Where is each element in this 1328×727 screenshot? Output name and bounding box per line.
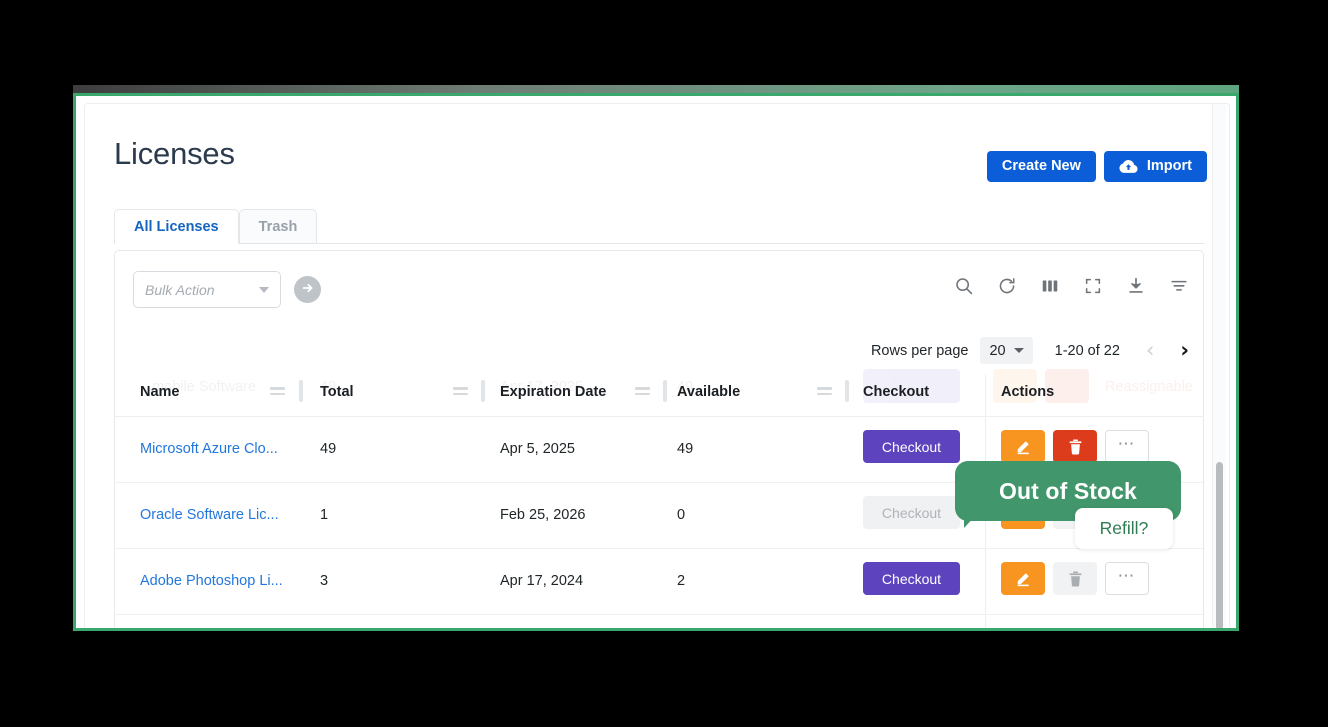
tab-trash[interactable]: Trash [239,209,318,244]
cloud-upload-icon [1119,159,1138,174]
previous-page-button[interactable]: ‹ [1146,340,1154,361]
row-action-group: ⋯ [1001,562,1149,595]
row-action-group: ⋯ [1001,430,1149,463]
pagination-bar: Rows per page 20 1-20 of 22 ‹ › [871,337,1189,364]
tab-all-licenses[interactable]: All Licenses [114,209,239,244]
sort-icon-name[interactable] [270,387,285,398]
edit-icon[interactable] [1001,430,1045,463]
column-header-available[interactable]: Available [677,384,740,400]
page-title: Licenses [114,136,235,172]
license-name-link[interactable]: Microsoft Azure Clo... [140,441,278,457]
callout-message: Out of Stock [955,478,1181,505]
more-icon[interactable]: ⋯ [1105,562,1149,595]
chevron-down-icon [259,287,269,293]
license-expiration: Feb 25, 2026 [500,507,585,523]
column-resizer-expiration[interactable] [663,380,667,402]
checkout-button[interactable]: Checkout [863,430,960,463]
license-name-link[interactable]: Adobe Photoshop Li... [140,573,283,589]
table-header-row: Name Total Expiration Date Available Che… [115,367,1203,417]
chevron-down-icon [1014,348,1024,353]
edit-icon[interactable] [1001,562,1045,595]
checkout-button-disabled: Checkout [863,496,960,529]
tab-bar: All Licenses Trash [114,209,317,244]
license-total: 49 [320,441,336,457]
sort-icon-available[interactable] [817,387,832,398]
license-name-link[interactable]: Oracle Software Lic... [140,507,279,523]
tab-all-licenses-label: All Licenses [134,219,219,235]
window-body: Licenses Create New Import [73,93,1239,631]
arrow-right-icon [301,281,315,298]
bulk-action-apply-button[interactable] [294,276,321,303]
license-available: 0 [677,507,685,523]
bulk-action-select[interactable]: Bulk Action [133,271,281,308]
column-resizer-available[interactable] [845,380,849,402]
content-pane: Licenses Create New Import [84,103,1230,631]
sort-icon-expiration[interactable] [635,387,650,398]
create-new-label: Create New [1002,159,1081,174]
column-header-name[interactable]: Name [140,384,180,400]
pagination-range: 1-20 of 22 [1055,343,1120,359]
page-header: Licenses Create New Import [85,104,1229,198]
table-row[interactable]: Adobe Photoshop Li... 3 Apr 17, 2024 2 C… [115,549,1203,615]
tab-bar-divider [114,243,1204,244]
more-icon[interactable]: ⋯ [1105,430,1149,463]
create-new-button[interactable]: Create New [987,151,1096,182]
column-header-total[interactable]: Total [320,384,354,400]
rows-per-page-label: Rows per page [871,343,969,359]
rows-per-page-value: 20 [989,343,1005,359]
filter-icon[interactable] [1169,276,1189,301]
import-button[interactable]: Import [1104,151,1207,182]
license-expiration: Apr 17, 2024 [500,573,583,589]
rows-per-page-select[interactable]: 20 [980,337,1032,364]
search-icon[interactable] [954,276,974,301]
refill-label: Refill? [1100,518,1149,539]
column-resizer-total[interactable] [481,380,485,402]
license-expiration: Apr 5, 2025 [500,441,575,457]
refill-prompt[interactable]: Refill? [1075,508,1173,549]
license-available: 2 [677,573,685,589]
bulk-action-placeholder: Bulk Action [145,282,259,298]
license-total: 1 [320,507,328,523]
tab-trash-label: Trash [259,219,298,235]
licenses-card: Bulk Action [114,250,1204,631]
header-action-buttons: Create New Import [987,151,1207,182]
application-window: Licenses Create New Import [73,85,1239,631]
fullscreen-icon[interactable] [1083,276,1103,301]
delete-icon[interactable] [1053,430,1097,463]
download-icon[interactable] [1126,276,1146,301]
column-header-actions[interactable]: Actions [1001,384,1054,400]
columns-icon[interactable] [1040,276,1060,301]
checkout-button[interactable]: Checkout [863,562,960,595]
vertical-scrollbar-thumb[interactable] [1216,462,1223,630]
next-page-button[interactable]: › [1180,340,1189,361]
column-resizer-name[interactable] [299,380,303,402]
toolbar-icon-group [954,276,1189,301]
table-toolbar: Bulk Action [115,251,1203,331]
sort-icon-total[interactable] [453,387,468,398]
column-header-expiration[interactable]: Expiration Date [500,384,606,400]
license-total: 3 [320,573,328,589]
refresh-icon[interactable] [997,276,1017,301]
column-header-checkout[interactable]: Checkout [863,384,929,400]
import-label: Import [1147,159,1192,174]
delete-icon[interactable] [1053,562,1097,595]
license-available: 49 [677,441,693,457]
